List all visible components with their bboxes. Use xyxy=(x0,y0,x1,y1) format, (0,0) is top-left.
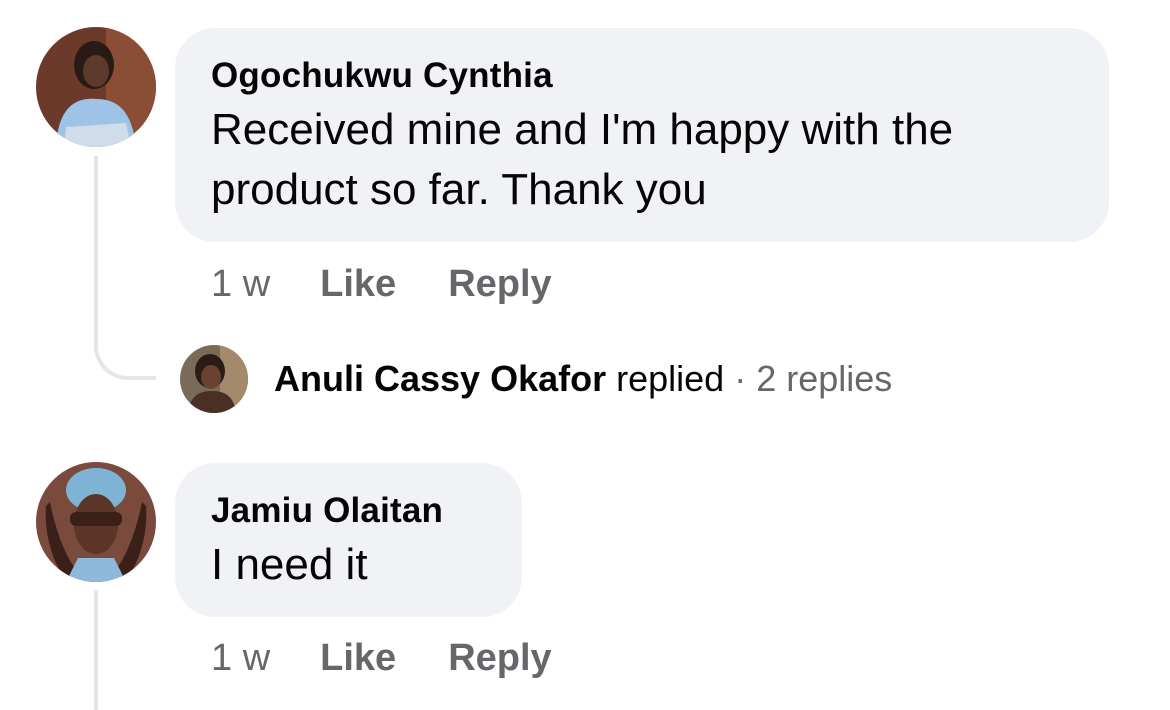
profile-photo-icon xyxy=(180,345,248,413)
comment-text-line: product so far. Thank you xyxy=(211,165,707,214)
comment-author[interactable]: Jamiu Olaitan xyxy=(211,489,486,533)
comment-text-line: Received mine and I'm happy with the xyxy=(211,105,954,154)
avatar[interactable] xyxy=(36,462,156,582)
reply-count: 2 replies xyxy=(756,358,893,399)
reply-author: Anuli Cassy Okafor xyxy=(274,358,607,399)
comment-bubble: Jamiu Olaitan I need it xyxy=(175,463,522,617)
comment-actions: 1 w Like Reply xyxy=(211,262,552,306)
reply-button[interactable]: Reply xyxy=(448,262,551,306)
reply-verb: replied xyxy=(616,358,725,399)
thread-connector-line xyxy=(94,156,156,380)
comment-text: Received mine and I'm happy with the pro… xyxy=(211,100,1073,220)
comment-text: I need it xyxy=(211,535,486,595)
thread-connector-line xyxy=(94,590,98,710)
profile-photo-icon xyxy=(36,27,156,147)
comment-timestamp[interactable]: 1 w xyxy=(211,262,270,306)
avatar[interactable] xyxy=(36,27,156,147)
like-button[interactable]: Like xyxy=(320,636,396,680)
profile-photo-icon xyxy=(36,462,156,582)
reply-separator: · xyxy=(734,358,747,399)
like-button[interactable]: Like xyxy=(320,262,396,306)
reply-button[interactable]: Reply xyxy=(448,636,551,680)
comment-timestamp[interactable]: 1 w xyxy=(211,636,270,680)
view-replies-link[interactable]: Anuli Cassy Okafor replied · 2 replies xyxy=(180,345,892,413)
comment-bubble: Ogochukwu Cynthia Received mine and I'm … xyxy=(175,28,1109,242)
comment-author[interactable]: Ogochukwu Cynthia xyxy=(211,54,1073,98)
avatar xyxy=(180,345,248,413)
comment-actions: 1 w Like Reply xyxy=(211,636,552,680)
replies-summary: Anuli Cassy Okafor replied · 2 replies xyxy=(274,358,892,400)
comment-text-line: I need it xyxy=(211,540,368,589)
